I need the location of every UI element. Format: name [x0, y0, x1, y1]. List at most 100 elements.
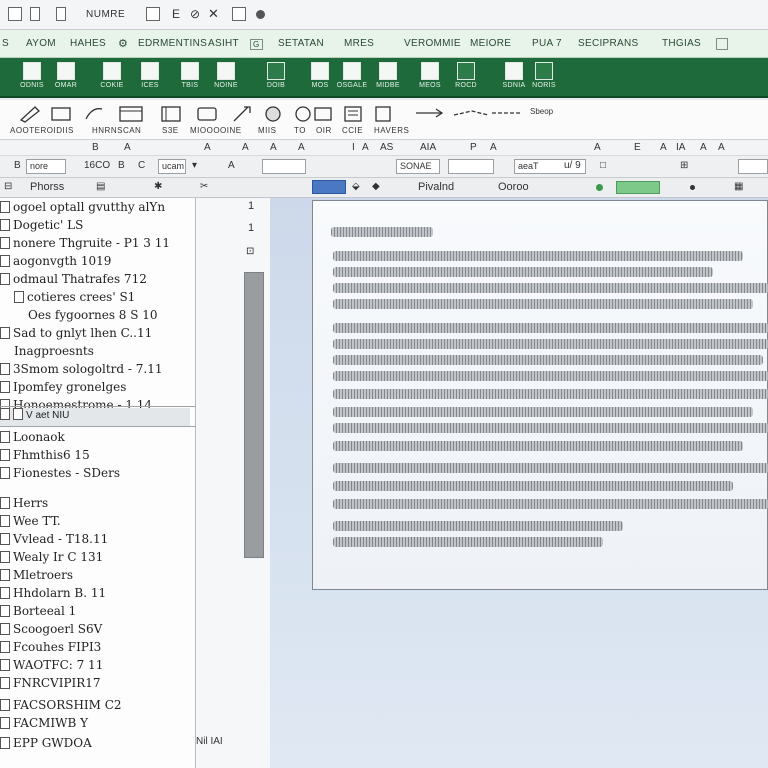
ribbon-button-8[interactable]: OSGALE	[332, 61, 372, 95]
list-item[interactable]: Borteeal 1	[0, 604, 76, 622]
list-item[interactable]: Wealy Ir C 131	[0, 550, 103, 568]
menu-tab-9[interactable]: SECIPRANS	[578, 38, 639, 49]
ribbon-button-9[interactable]: MIDBE	[368, 61, 408, 95]
menu-tab-prefix[interactable]: S	[2, 38, 9, 49]
file-icon[interactable]	[56, 7, 66, 21]
shapes-icon[interactable]: ⬙	[352, 181, 360, 192]
highlight-field[interactable]	[262, 159, 306, 174]
list-item[interactable]: odmaul Thatrafes 712	[0, 272, 147, 290]
menu-square-icon[interactable]	[716, 38, 728, 50]
list-item[interactable]: Wee TT.	[0, 514, 61, 532]
clipboard-icon[interactable]	[372, 105, 396, 123]
menu-tab-10[interactable]: THGIAS	[662, 38, 701, 49]
collapse-icon[interactable]: ⊟	[4, 181, 12, 192]
list-item[interactable]: Ipomfey gronelges	[0, 380, 126, 398]
color-swatch[interactable]	[312, 180, 346, 194]
list-item[interactable]: FACMIWB Y	[0, 716, 88, 734]
progress-swatch[interactable]	[616, 181, 660, 194]
dropdown-icon[interactable]: ▾	[192, 160, 197, 171]
format-a-icon[interactable]: B	[118, 160, 125, 171]
list-item[interactable]: 3Smom sologoltrd - 7.11	[0, 362, 162, 380]
list-item[interactable]: Dogetic' LS	[0, 218, 83, 236]
list-item[interactable]: Hhdolarn B. 11	[0, 586, 106, 604]
list-item[interactable]: Fionestes - SDers	[0, 466, 120, 484]
card-icon[interactable]	[196, 105, 220, 123]
menu-tab-5[interactable]: MRES	[344, 38, 374, 49]
close-icon[interactable]: ✕	[208, 6, 219, 22]
list-item[interactable]: Loonaok	[0, 430, 65, 448]
ribbon-button-3[interactable]: ICES	[130, 61, 170, 95]
menu-tab-3[interactable]: ASIHT	[208, 38, 239, 49]
scroll-up-icon[interactable]: ⊡	[246, 246, 254, 257]
circle-shape-icon[interactable]	[262, 105, 286, 123]
frame-icon[interactable]	[50, 105, 74, 123]
menu-tab-8[interactable]: PUA 7	[532, 38, 562, 49]
ribbon-button-6[interactable]: DOIB	[256, 61, 296, 95]
list-icon[interactable]	[342, 105, 366, 123]
arrow-tool-icon[interactable]	[414, 105, 448, 123]
menu-tab-0[interactable]: AYOM	[26, 38, 56, 49]
ribbon-button-10[interactable]: MEOS	[410, 61, 450, 95]
ribbon-button-13[interactable]: NORIS	[524, 61, 564, 95]
ribbon-button-11[interactable]: ROCD	[446, 61, 486, 95]
grid-view-icon[interactable]: ▦	[734, 181, 743, 192]
circle-icon[interactable]: ⊘	[190, 7, 201, 21]
format-b-icon[interactable]: C	[138, 160, 145, 171]
ribbon-button-1[interactable]: OMAR	[46, 61, 86, 95]
list-item[interactable]: Sad to gnlyt lhen C..11	[0, 326, 152, 344]
list-item[interactable]: FNRCVIPIR17	[0, 676, 101, 694]
list-item[interactable]: Herrs	[0, 496, 48, 514]
list-item[interactable]: EPP GWDOA	[0, 736, 92, 754]
ribbon-button-2[interactable]: COKIE	[92, 61, 132, 95]
bold-toggle[interactable]: B	[14, 160, 21, 171]
gear-icon[interactable]: ⚙	[118, 37, 128, 50]
list-item[interactable]: Oes fygoornes 8 S 10	[28, 308, 158, 326]
restore-icon[interactable]	[30, 7, 40, 21]
menu-tab-6[interactable]: VEROMMIE	[404, 38, 461, 49]
rectangle-icon[interactable]	[312, 105, 336, 123]
format-d-icon[interactable]: □	[600, 160, 606, 171]
menu-tab-4[interactable]: SETATAN	[278, 38, 324, 49]
list-item[interactable]: ogoel optall gvutthy alYn	[0, 200, 165, 218]
pen-icon[interactable]	[230, 105, 254, 123]
font-size-label[interactable]: 16CO	[84, 160, 110, 171]
scrollbar[interactable]	[244, 272, 264, 558]
field-a[interactable]: ucam	[158, 159, 186, 174]
list-item[interactable]: Mletroers	[0, 568, 73, 586]
menu-tab-7[interactable]: MEIORE	[470, 38, 511, 49]
search-input[interactable]	[738, 159, 768, 174]
format-e-icon[interactable]: ⊞	[680, 160, 688, 171]
e-icon[interactable]: E	[172, 7, 181, 21]
list-item[interactable]: Fcouhes FIPI3	[0, 640, 101, 658]
star-icon[interactable]: ✱	[154, 181, 162, 192]
menu-tab-1[interactable]: HAHES	[70, 38, 106, 49]
ribbon-button-5[interactable]: NOINE	[206, 61, 246, 95]
list-item[interactable]: WAOTFC: 7 11	[0, 658, 103, 676]
maximize-icon[interactable]	[146, 7, 160, 21]
pencil-icon[interactable]	[18, 105, 42, 123]
brush-icon[interactable]	[82, 105, 106, 123]
highlight-field-2[interactable]	[448, 159, 494, 174]
list-item[interactable]: cotieres crees' S1	[14, 290, 135, 308]
list-item[interactable]: Vvlead - T18.11	[0, 532, 108, 550]
window-box-icon[interactable]	[8, 7, 22, 21]
menu-tab-2[interactable]: EDRMENTINS	[138, 38, 207, 49]
format-c-icon[interactable]: A	[228, 160, 235, 171]
list-item[interactable]: Fhmthis6 15	[0, 448, 90, 466]
shape-icon[interactable]: ◆	[372, 181, 380, 192]
document-frame[interactable]	[312, 200, 768, 590]
field-b[interactable]: SONAE	[396, 159, 440, 174]
line-tool-icon[interactable]	[452, 105, 524, 123]
panel-icon[interactable]	[160, 105, 184, 123]
square-icon[interactable]	[232, 7, 246, 21]
tools-icon[interactable]: ✂	[200, 181, 208, 192]
list-item[interactable]: Inagproesnts	[14, 344, 94, 362]
window-icon[interactable]	[118, 105, 146, 123]
ribbon-button-4[interactable]: TBIS	[170, 61, 210, 95]
list-item[interactable]: Scoogoerl S6V	[0, 622, 102, 640]
list-item[interactable]: aogonvgth 1019	[0, 254, 111, 272]
font-name-field[interactable]: nore	[26, 159, 66, 174]
list-item[interactable]: FACSORSHIM C2	[0, 698, 122, 716]
list-item[interactable]: nonere Thgruite - P1 3 11	[0, 236, 170, 254]
menu-box-icon[interactable]: G	[250, 39, 263, 50]
